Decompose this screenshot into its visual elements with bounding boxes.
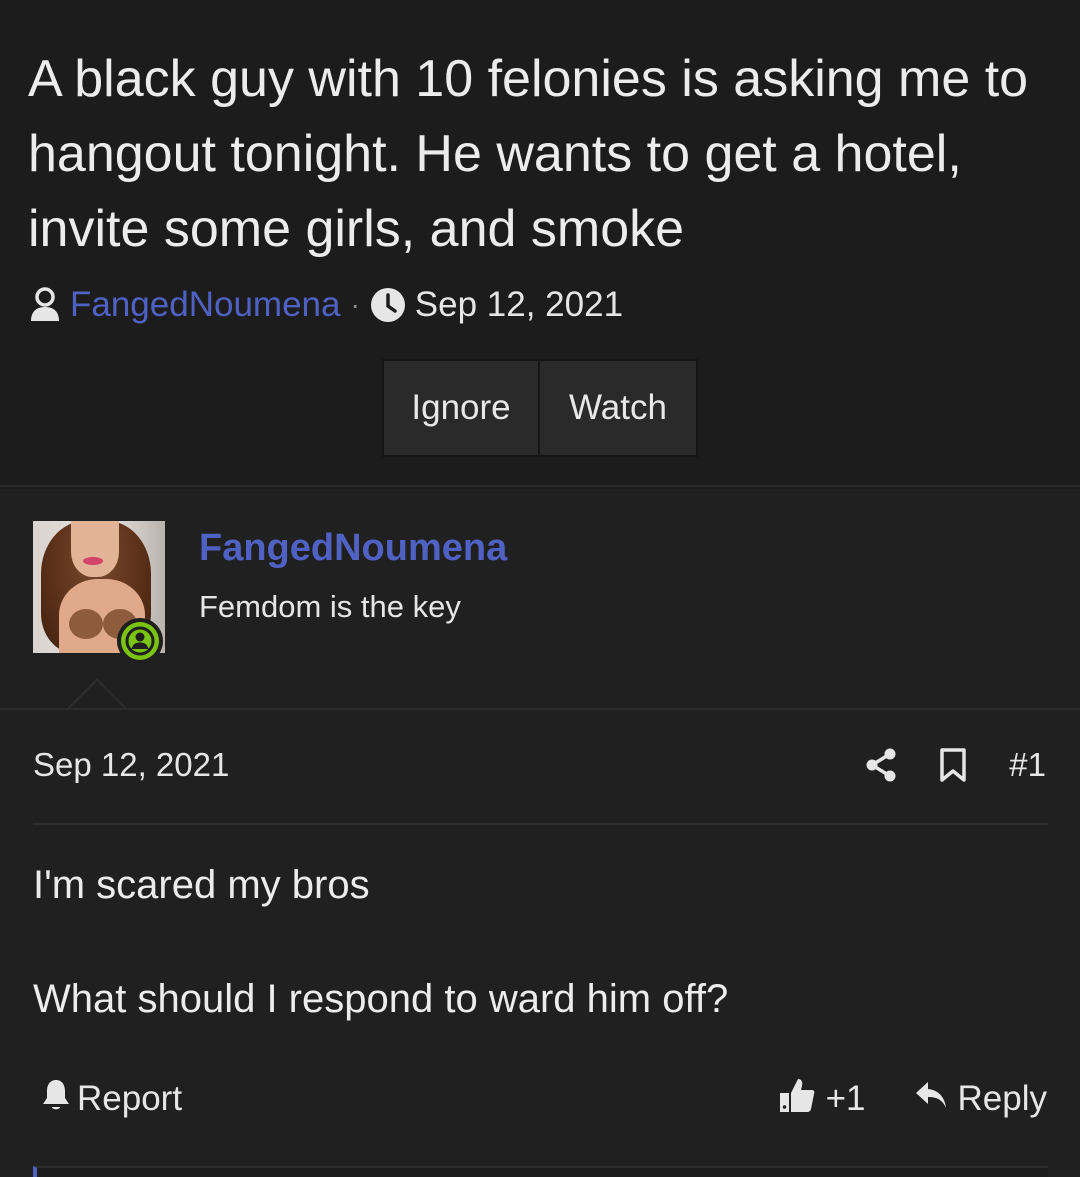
user-title: Femdom is the key	[199, 589, 461, 624]
ignore-button[interactable]: Ignore	[384, 361, 540, 455]
watch-button[interactable]: Watch	[540, 361, 696, 455]
reply-icon	[914, 1079, 958, 1119]
message-line: I'm scared my bros	[33, 863, 370, 907]
bookmark-icon[interactable]	[939, 748, 967, 782]
post-divider	[33, 823, 1048, 825]
post-date[interactable]: Sep 12, 2021	[33, 746, 229, 784]
reply-label: Reply	[957, 1079, 1047, 1118]
share-icon[interactable]	[865, 748, 897, 782]
post-username-link[interactable]: FangedNoumena	[199, 527, 507, 570]
report-label: Report	[77, 1079, 183, 1118]
thread-title: A black guy with 10 felonies is asking m…	[28, 50, 1029, 258]
meta-separator: ·	[350, 289, 360, 320]
reply-button[interactable]: Reply	[914, 1079, 1047, 1119]
thread-meta: FangedNoumena · Sep 12, 2021	[28, 282, 623, 328]
forum-thread-page: A black guy with 10 felonies is asking m…	[0, 0, 1080, 1177]
thumbs-up-icon	[778, 1076, 826, 1123]
post-body: Sep 12, 2021 #1 I'm scared my bros What …	[0, 708, 1080, 1177]
clock-icon	[370, 287, 406, 323]
post-user-block: FangedNoumena Femdom is the key	[0, 489, 1080, 708]
report-button[interactable]: Report	[33, 1078, 182, 1121]
next-post-edge	[33, 1166, 1048, 1177]
like-button[interactable]: +1	[778, 1076, 866, 1123]
bell-icon	[33, 1078, 77, 1121]
thread-button-group: Ignore Watch	[382, 359, 698, 457]
thread-date[interactable]: Sep 12, 2021	[415, 285, 623, 325]
thread-header: A black guy with 10 felonies is asking m…	[0, 0, 1080, 487]
reaction-count: +1	[825, 1079, 866, 1118]
post-header-actions: #1	[835, 742, 1046, 788]
user-icon	[28, 287, 62, 323]
post-footer: Report +1 Reply	[33, 1076, 1047, 1122]
message-line: What should I respond to ward him off?	[33, 977, 729, 1021]
thread-author-link[interactable]: FangedNoumena	[70, 285, 340, 325]
online-status-icon	[117, 618, 163, 664]
post-number-link[interactable]: #1	[1009, 746, 1046, 784]
